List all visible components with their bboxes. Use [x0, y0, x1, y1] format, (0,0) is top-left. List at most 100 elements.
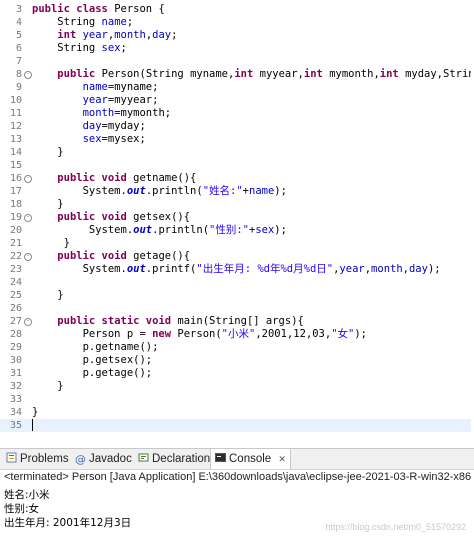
code-text	[32, 419, 33, 432]
code-line[interactable]: 25 }	[0, 289, 474, 302]
code-text: int year,month,day;	[57, 29, 178, 41]
code-text: public class Person {	[32, 3, 165, 15]
declaration-icon	[138, 453, 149, 462]
line-number: 19	[9, 212, 22, 223]
code-line[interactable]: 12 day=myday;	[0, 120, 474, 133]
code-line[interactable]: 6 String sex;	[0, 42, 474, 55]
problems-icon	[6, 452, 17, 463]
code-line[interactable]: 9 name=myname;	[0, 81, 474, 94]
fold-toggle-icon[interactable]	[24, 253, 32, 261]
code-text: public void getage(){	[57, 250, 191, 262]
line-number: 8	[15, 69, 22, 80]
code-line[interactable]: 17 System.out.println("姓名:"+name);	[0, 185, 474, 198]
code-line[interactable]: 10 year=myyear;	[0, 94, 474, 107]
tab-declaration-label: Declaration	[152, 453, 211, 465]
code-line[interactable]: 34}	[0, 406, 474, 419]
line-number: 3	[15, 4, 22, 15]
code-text: System.out.println("性别:"+sex);	[32, 224, 287, 236]
line-number: 12	[9, 121, 22, 132]
code-line[interactable]: 23 System.out.printf("出生年月: %d年%d月%d日",y…	[0, 263, 474, 276]
line-number: 34	[9, 407, 22, 418]
code-text: public void getname(){	[57, 172, 197, 184]
code-line[interactable]: 32 }	[0, 380, 474, 393]
code-line[interactable]: 26	[0, 302, 474, 315]
tab-javadoc[interactable]: @ Javadoc	[75, 449, 132, 469]
code-line[interactable]: 15	[0, 159, 474, 172]
code-line[interactable]: 13 sex=mysex;	[0, 133, 474, 146]
console-output-line: 出生年月: 2001年12月3日	[4, 517, 132, 529]
code-line[interactable]: 14 }	[0, 146, 474, 159]
line-number: 6	[15, 43, 22, 54]
line-number: 7	[15, 56, 22, 67]
code-line[interactable]: 29 p.getname();	[0, 341, 474, 354]
tab-problems[interactable]: Problems	[6, 449, 69, 469]
line-number: 32	[9, 381, 22, 392]
fold-toggle-icon[interactable]	[24, 318, 32, 326]
code-text: }	[32, 289, 64, 301]
code-line[interactable]: 18 }	[0, 198, 474, 211]
line-number: 16	[9, 173, 22, 184]
line-number: 18	[9, 199, 22, 210]
code-line[interactable]: 8 public Person(String myname,int myyear…	[0, 68, 474, 81]
tab-declaration[interactable]: Declaration	[138, 449, 210, 469]
code-line[interactable]: 22 public void getage(){	[0, 250, 474, 263]
line-number: 28	[9, 329, 22, 340]
code-text: p.getname();	[32, 341, 159, 353]
fold-toggle-icon[interactable]	[24, 214, 32, 222]
code-text: public static void main(String[] args){	[57, 315, 304, 327]
line-number: 31	[9, 368, 22, 379]
console-icon	[215, 453, 226, 462]
code-line[interactable]: 19 public void getsex(){	[0, 211, 474, 224]
line-number: 14	[9, 147, 22, 158]
line-number: 9	[15, 82, 22, 93]
line-number: 15	[9, 160, 22, 171]
terminated-status: <terminated> Person [Java Application] E…	[4, 471, 472, 483]
line-number: 24	[9, 277, 22, 288]
line-number: 27	[9, 316, 22, 327]
code-line[interactable]: 33	[0, 393, 474, 406]
code-line[interactable]: 28 Person p = new Person("小米",2001,12,03…	[0, 328, 474, 341]
code-line[interactable]: 4 String name;	[0, 16, 474, 29]
code-text: }	[32, 146, 64, 158]
line-number: 26	[9, 303, 22, 314]
line-number: 35	[9, 420, 22, 431]
code-line[interactable]: 24	[0, 276, 474, 289]
line-number: 23	[9, 264, 22, 275]
line-number: 4	[15, 17, 22, 28]
tab-console[interactable]: Console ✕	[210, 448, 291, 469]
close-icon[interactable]: ✕	[278, 454, 286, 464]
fold-toggle-icon[interactable]	[24, 71, 32, 79]
code-line[interactable]: 27 public static void main(String[] args…	[0, 315, 474, 328]
watermark: https://blog.csdn.net/m0_51570292	[325, 522, 466, 532]
tab-javadoc-label: Javadoc	[89, 453, 132, 465]
code-line[interactable]: 5 int year,month,day;	[0, 29, 474, 42]
code-line[interactable]: 21 }	[0, 237, 474, 250]
code-text: p.getage();	[32, 367, 153, 379]
code-line[interactable]: 11 month=mymonth;	[0, 107, 474, 120]
code-text: }	[32, 237, 70, 249]
code-text: System.out.printf("出生年月: %d年%d月%d日",year…	[32, 263, 441, 275]
code-text: year=myyear;	[82, 94, 159, 106]
code-line[interactable]: 35	[0, 419, 474, 432]
code-text: name=myname;	[82, 81, 159, 93]
fold-toggle-icon[interactable]	[24, 175, 32, 183]
code-text: }	[32, 406, 39, 418]
code-line[interactable]: 3 public class Person {	[0, 3, 474, 16]
code-text: public void getsex(){	[57, 211, 191, 223]
code-text: day=myday;	[82, 120, 146, 132]
code-line[interactable]: 16 public void getname(){	[0, 172, 474, 185]
console-output-line: 姓名:小米	[4, 489, 50, 501]
code-line[interactable]: 30 p.getsex();	[0, 354, 474, 367]
line-number: 5	[15, 30, 22, 41]
line-number: 13	[9, 134, 22, 145]
code-text: String sex;	[32, 42, 127, 54]
code-text: }	[32, 198, 64, 210]
code-editor[interactable]: 3 public class Person {4 String name; 5 in…	[0, 0, 474, 440]
tab-problems-label: Problems	[20, 453, 69, 465]
panel-tab-bar: Problems @ Javadoc Declaration Console ✕	[0, 448, 474, 470]
code-line[interactable]: 7	[0, 55, 474, 68]
code-line[interactable]: 20 System.out.println("性别:"+sex);	[0, 224, 474, 237]
code-text: p.getsex();	[32, 354, 153, 366]
code-text: Person p = new Person("小米",2001,12,03,"女…	[32, 328, 367, 340]
code-line[interactable]: 31 p.getage();	[0, 367, 474, 380]
